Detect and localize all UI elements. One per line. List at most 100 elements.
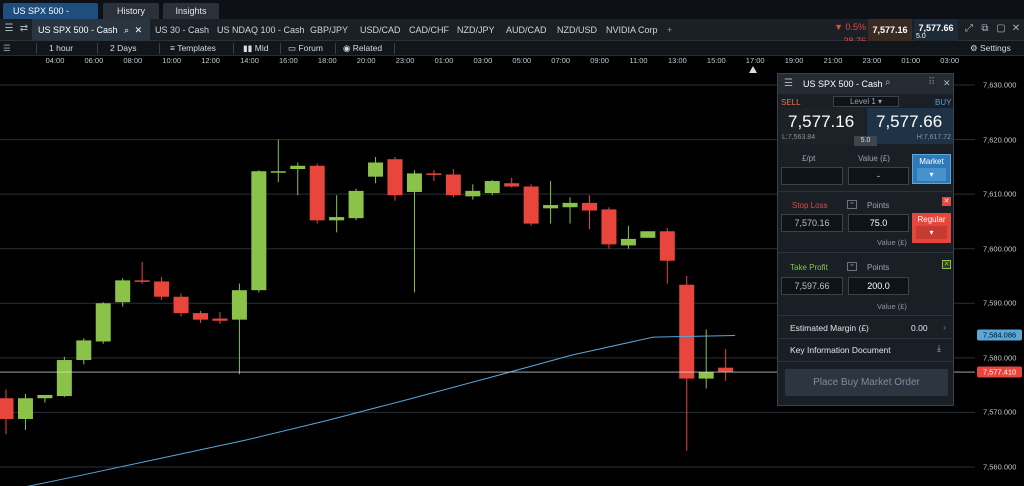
take-profit-points-input[interactable]: 200.0 bbox=[848, 277, 909, 295]
time-tick-label: 23:00 bbox=[395, 56, 415, 65]
instrument-tab[interactable]: NVIDIA Corp bbox=[606, 19, 658, 41]
time-tick-label: 18:00 bbox=[317, 56, 337, 65]
instrument-tab[interactable]: CAD/CHF bbox=[409, 19, 449, 41]
buy-price-box[interactable]: 7,577.66 5.0 bbox=[914, 19, 958, 41]
window-tab-history[interactable]: History bbox=[103, 3, 159, 19]
price-tick-label: 7,560.000 bbox=[983, 462, 1017, 472]
place-order-button[interactable]: Place Buy Market Order bbox=[785, 369, 948, 396]
size-input[interactable] bbox=[781, 167, 843, 185]
chevron-right-icon[interactable]: › bbox=[943, 322, 946, 332]
candle-body bbox=[504, 183, 520, 187]
candle-body bbox=[134, 280, 150, 282]
candle-body bbox=[212, 318, 228, 321]
candle-body bbox=[76, 340, 92, 361]
price-tick-label: 7,580.000 bbox=[983, 353, 1017, 363]
chat-icon: ▭ bbox=[288, 43, 297, 53]
sell-price-box[interactable]: 7,577.16 bbox=[868, 19, 912, 41]
time-tick-label: 08:00 bbox=[123, 56, 143, 65]
window-tab-insights[interactable]: Insights bbox=[163, 3, 219, 19]
candle-body bbox=[270, 171, 286, 173]
time-tick-label: 09:00 bbox=[590, 56, 609, 65]
ticket-sell-price: 7,577.16 bbox=[788, 112, 855, 131]
mid-label: Mid bbox=[254, 43, 269, 53]
price-axis: 7,584.086 7,577.410 7,630.000 7,620.000 7,… bbox=[975, 56, 1024, 486]
settings-button[interactable]: ⚙ Settings bbox=[970, 41, 1011, 56]
low-price: L:7,563.84 bbox=[782, 134, 816, 141]
download-icon[interactable]: ⤓ bbox=[937, 343, 941, 354]
window-tab-bar: US SPX 500 - Cash History Insights bbox=[0, 0, 1024, 32]
menu-icon[interactable]: ☰ bbox=[784, 78, 793, 89]
menu-icon[interactable]: ☰ bbox=[3, 41, 11, 56]
toggle-icon[interactable]: ≈ bbox=[847, 200, 857, 209]
maximize-icon[interactable]: ▢ bbox=[995, 23, 1007, 35]
per-point-label: £/pt bbox=[802, 154, 816, 163]
price-tick-label: 7,610.000 bbox=[983, 189, 1017, 199]
instrument-tab[interactable]: NZD/JPY bbox=[457, 19, 495, 41]
time-tick-label: 01:00 bbox=[434, 56, 454, 65]
toggle-icon[interactable]: ≈ bbox=[847, 262, 857, 271]
window-tab-spx[interactable]: US SPX 500 - Cash bbox=[3, 3, 98, 32]
time-tick-label: 07:00 bbox=[551, 56, 571, 65]
interval-select[interactable]: 1 hour bbox=[49, 41, 73, 56]
buy-price-panel[interactable]: 7,577.66 H:7,617.72 bbox=[867, 108, 953, 144]
candle-body bbox=[679, 284, 695, 379]
instrument-tab[interactable]: US NDAQ 100 - Cash bbox=[217, 19, 305, 41]
instrument-tab[interactable]: AUD/CAD bbox=[506, 19, 547, 41]
close-icon[interactable]: ✕ bbox=[135, 25, 143, 35]
instrument-tab[interactable]: NZD/USD bbox=[557, 19, 597, 41]
deal-ticket: ☰ US SPX 500 - Cash ⌕ ⠿ ✕ SELL Level 1 ▾… bbox=[777, 73, 954, 406]
close-icon[interactable]: ✕ bbox=[943, 78, 951, 89]
take-profit-level-input[interactable]: 7,597.66 bbox=[781, 277, 843, 295]
eye-icon: ◉ bbox=[343, 43, 351, 53]
range-select[interactable]: 2 Days bbox=[110, 41, 136, 56]
level-select[interactable]: Level 1 ▾ bbox=[833, 96, 899, 107]
value-label: Value (£) bbox=[858, 154, 890, 163]
restore-icon[interactable]: ⧉ bbox=[979, 23, 991, 35]
candle-body bbox=[251, 171, 267, 291]
current-price-badge: 7,577.410 bbox=[977, 366, 1022, 378]
value-input[interactable]: - bbox=[848, 167, 909, 185]
stop-loss-points-input[interactable]: 75.0 bbox=[848, 214, 909, 232]
menu-icon[interactable]: ☰ bbox=[3, 23, 15, 35]
time-tick-label: 15:00 bbox=[706, 56, 726, 65]
stop-type-select[interactable]: Regular ▾ bbox=[912, 213, 951, 243]
instrument-tab-active[interactable]: US SPX 500 - Cash ⌕ ✕ bbox=[32, 19, 150, 41]
order-type-select[interactable]: Market ▾ bbox=[912, 154, 951, 184]
drag-handle-icon[interactable]: ⠿ bbox=[928, 77, 935, 88]
candle-body bbox=[445, 174, 461, 196]
expand-icon[interactable]: ⤢ bbox=[963, 23, 975, 35]
kid-link[interactable]: Key Information Document bbox=[790, 345, 891, 355]
templates-label: Templates bbox=[177, 43, 216, 53]
stop-loss-label: Stop Loss bbox=[792, 201, 828, 210]
time-tick-label: 03:00 bbox=[473, 56, 493, 65]
instrument-tab[interactable]: GBP/JPY bbox=[310, 19, 348, 41]
candle-body bbox=[309, 165, 325, 221]
candle-body bbox=[329, 217, 345, 221]
stop-loss-level-input[interactable]: 7,570.16 bbox=[781, 214, 843, 232]
tp-points-label: Points bbox=[867, 263, 890, 272]
price-tick-label: 7,620.000 bbox=[983, 135, 1017, 145]
add-tab-button[interactable]: + bbox=[667, 19, 672, 41]
search-icon[interactable]: ⌕ bbox=[885, 77, 891, 88]
candle-body bbox=[582, 202, 597, 211]
forum-button[interactable]: ▭ Forum bbox=[288, 41, 323, 56]
mid-button[interactable]: ▮▮ Mid bbox=[243, 41, 268, 56]
candle-body bbox=[426, 173, 442, 175]
take-profit-label: Take Profit bbox=[790, 263, 828, 272]
instrument-tab[interactable]: USD/CAD bbox=[360, 19, 401, 41]
search-icon[interactable]: ⌕ bbox=[124, 25, 129, 35]
close-window-icon[interactable]: ✕ bbox=[1010, 23, 1022, 35]
stop-loss-close-icon[interactable]: ✕ bbox=[942, 197, 951, 206]
ma-price-badge: 7,584.086 bbox=[977, 329, 1022, 341]
stop-points-label: Points bbox=[867, 201, 890, 210]
swap-icon[interactable]: ⇄ bbox=[18, 23, 30, 35]
ticket-spread: 5.0 bbox=[854, 136, 877, 146]
candle-body bbox=[465, 190, 481, 197]
take-profit-close-icon[interactable]: ✕ bbox=[942, 260, 951, 269]
related-button[interactable]: ◉ Related bbox=[343, 41, 382, 56]
instrument-tab[interactable]: US 30 - Cash bbox=[155, 19, 209, 41]
candle-body bbox=[523, 186, 539, 224]
templates-button[interactable]: ≡ Templates bbox=[170, 41, 216, 56]
price-tick-label: 7,570.000 bbox=[983, 407, 1017, 417]
time-tick-label: 04:00 bbox=[45, 56, 65, 65]
